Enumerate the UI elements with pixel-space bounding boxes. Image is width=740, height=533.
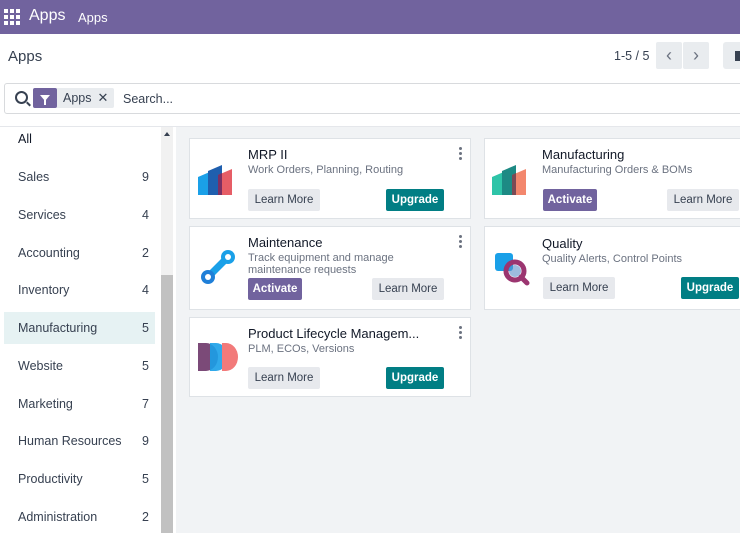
app-card-title: MRP II	[248, 147, 288, 162]
sidebar-item-manufacturing[interactable]: Manufacturing 5	[4, 312, 155, 344]
sidebar-item-count: 9	[142, 434, 149, 448]
app-card-title: Maintenance	[248, 235, 323, 250]
sidebar-item-count: 5	[142, 472, 149, 486]
activate-button[interactable]: Activate	[248, 278, 302, 300]
kebab-menu-icon[interactable]	[459, 326, 462, 341]
sidebar-item-website[interactable]: Website 5	[4, 350, 155, 382]
search-facet: Apps ✕	[33, 88, 115, 108]
sidebar-item-all[interactable]: All	[4, 123, 155, 155]
breadcrumb: Apps	[8, 48, 43, 65]
sidebar-item-label: Human Resources	[18, 434, 122, 448]
learn-more-button[interactable]: Learn More	[543, 277, 615, 299]
app-kanban-area: MRP II Work Orders, Planning, Routing Le…	[176, 127, 740, 533]
pager-previous-button[interactable]: ‹	[656, 42, 682, 69]
sidebar-item-label: Marketing	[18, 397, 73, 411]
sidebar-item-productivity[interactable]: Productivity 5	[4, 463, 155, 495]
sidebar-item-inventory[interactable]: Inventory 4	[4, 274, 155, 306]
maintenance-icon	[201, 250, 235, 284]
manufacturing-icon	[492, 165, 526, 195]
sidebar-item-marketing[interactable]: Marketing 7	[4, 388, 155, 420]
upgrade-button[interactable]: Upgrade	[386, 367, 444, 389]
kebab-menu-icon[interactable]	[459, 147, 462, 162]
facet-label: Apps	[63, 91, 92, 105]
category-sidebar: All Sales 9 Services 4 Accounting 2 Inve…	[0, 127, 176, 533]
sidebar-item-label: Administration	[18, 510, 98, 524]
sidebar-item-label: Productivity	[18, 472, 83, 486]
menu-apps[interactable]: Apps	[78, 10, 108, 25]
upgrade-button[interactable]: Upgrade	[681, 277, 739, 299]
filter-icon	[40, 95, 50, 105]
search-input[interactable]	[121, 88, 425, 110]
sidebar-item-label: Accounting	[18, 246, 80, 260]
sidebar-scrollbar[interactable]	[161, 127, 173, 533]
app-card-mrp-ii[interactable]: MRP II Work Orders, Planning, Routing Le…	[189, 138, 471, 219]
search-icon[interactable]	[15, 91, 28, 104]
sidebar-item-count: 4	[142, 208, 149, 222]
sidebar-item-count: 2	[142, 510, 149, 524]
upgrade-button[interactable]: Upgrade	[386, 189, 444, 211]
sidebar-item-count: 9	[142, 170, 149, 184]
sidebar-item-services[interactable]: Services 4	[4, 199, 155, 231]
sidebar-item-count: 5	[142, 321, 149, 335]
facet-remove-icon[interactable]: ✕	[98, 90, 115, 106]
sidebar-item-label: Services	[18, 208, 66, 222]
top-navbar: Apps Apps	[0, 0, 740, 34]
app-card-title: Manufacturing	[542, 147, 625, 162]
kebab-menu-icon[interactable]	[459, 235, 462, 250]
app-card-maintenance[interactable]: Maintenance Track equipment and manage m…	[189, 226, 471, 310]
app-card-title: Product Lifecycle Managem...	[248, 326, 420, 341]
app-card-summary: Manufacturing Orders & BOMs	[542, 164, 693, 176]
app-card-summary: Work Orders, Planning, Routing	[248, 164, 404, 176]
sidebar-item-accounting[interactable]: Accounting 2	[4, 237, 155, 269]
app-card-plm[interactable]: Product Lifecycle Managem... PLM, ECOs, …	[189, 317, 471, 397]
quality-icon	[495, 253, 530, 286]
sidebar-item-label: Manufacturing	[18, 321, 98, 335]
sidebar-item-administration[interactable]: Administration 2	[4, 501, 155, 533]
pager-next-button[interactable]: ›	[683, 42, 709, 69]
chevron-right-icon: ›	[693, 45, 699, 65]
filter-facet-badge	[33, 88, 57, 108]
kanban-icon	[735, 51, 740, 61]
sidebar-item-human-resources[interactable]: Human Resources 9	[4, 425, 155, 457]
sidebar-item-label: Website	[18, 359, 63, 373]
learn-more-button[interactable]: Learn More	[248, 367, 320, 389]
learn-more-button[interactable]: Learn More	[667, 189, 739, 211]
learn-more-button[interactable]: Learn More	[372, 278, 444, 300]
scroll-up-arrow-icon[interactable]	[164, 132, 170, 136]
sidebar-item-label: Sales	[18, 170, 50, 184]
sidebar-item-count: 7	[142, 397, 149, 411]
sidebar-item-count: 2	[142, 246, 149, 260]
view-switcher-button[interactable]	[723, 42, 740, 69]
sidebar-item-label: All	[18, 132, 32, 146]
pager-value[interactable]: 1-5 / 5	[614, 49, 649, 63]
app-card-manufacturing[interactable]: Manufacturing Manufacturing Orders & BOM…	[484, 138, 740, 219]
sidebar-item-count: 5	[142, 359, 149, 373]
chevron-left-icon: ‹	[666, 45, 672, 65]
sidebar-item-count: 4	[142, 283, 149, 297]
search-bar[interactable]: Apps ✕	[4, 83, 740, 114]
activate-button[interactable]: Activate	[543, 189, 597, 211]
app-title[interactable]: Apps	[29, 7, 65, 25]
plm-icon	[198, 343, 238, 371]
app-card-title: Quality	[542, 236, 583, 251]
scrollbar-thumb[interactable]	[161, 275, 173, 533]
app-card-quality[interactable]: Quality Quality Alerts, Control Points L…	[484, 226, 740, 310]
app-card-summary: Track equipment and manage maintenance r…	[248, 252, 394, 276]
app-card-summary: Quality Alerts, Control Points	[542, 253, 683, 265]
learn-more-button[interactable]: Learn More	[248, 189, 320, 211]
sidebar-item-label: Inventory	[18, 283, 70, 297]
app-grid-icon[interactable]	[4, 9, 20, 25]
app-card-summary: PLM, ECOs, Versions	[248, 343, 355, 355]
sidebar-item-sales[interactable]: Sales 9	[4, 161, 155, 193]
mrp-ii-icon	[198, 165, 232, 195]
